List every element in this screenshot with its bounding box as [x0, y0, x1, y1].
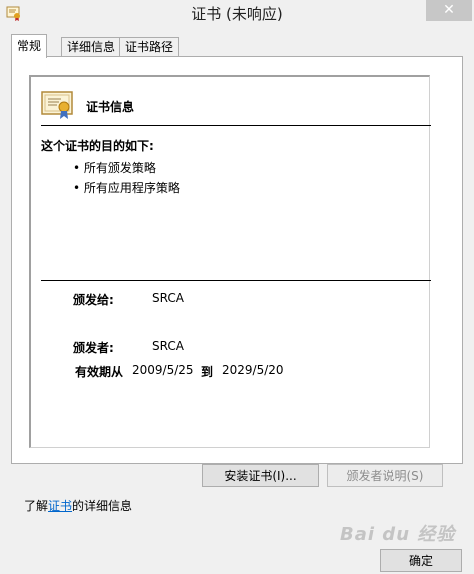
certificate-ribbon-icon [41, 90, 75, 120]
issued-by-label: 颁发者: [73, 341, 114, 355]
install-certificate-button[interactable]: 安装证书(I)... [202, 464, 319, 487]
purpose-title: 这个证书的目的如下: [41, 139, 154, 153]
tab-details[interactable]: 详细信息 [61, 37, 122, 57]
watermark: Bai du 经验 [340, 524, 456, 545]
purpose-item: 所有颁发策略 [73, 159, 156, 176]
tab-cert-path[interactable]: 证书路径 [119, 37, 180, 57]
issuer-statement-button[interactable]: 颁发者说明(S) [327, 464, 443, 487]
tab-general[interactable]: 常规 [11, 34, 48, 58]
divider-bottom [41, 280, 431, 281]
purpose-item: 所有应用程序策略 [73, 179, 180, 196]
validity-label: 有效期从 [75, 365, 124, 379]
issued-by-value: SRCA [152, 339, 184, 353]
tab-panel-general: 证书信息 这个证书的目的如下: 所有颁发策略 所有应用程序策略 颁发给: SRC… [11, 56, 463, 464]
learn-more-text: 了解证书的详细信息 [24, 497, 132, 514]
valid-to-date: 2029/5/20 [222, 363, 284, 377]
learn-more-suffix: 的详细信息 [72, 499, 133, 513]
divider-top [41, 125, 431, 126]
certificate-info-heading: 证书信息 [86, 100, 135, 114]
certificate-help-link[interactable]: 证书 [48, 499, 72, 513]
ok-button[interactable]: 确定 [380, 549, 462, 572]
window-title: 证书 (未响应) [191, 5, 283, 23]
close-button[interactable]: ✕ [426, 0, 472, 21]
title-bar: 证书 (未响应) ✕ [0, 0, 474, 26]
validity-to-label: 到 [201, 365, 214, 379]
valid-from-date: 2009/5/25 [132, 363, 194, 377]
learn-more-prefix: 了解 [24, 499, 49, 513]
issued-to-label: 颁发给: [73, 293, 114, 307]
close-icon: ✕ [443, 2, 455, 18]
issued-to-value: SRCA [152, 291, 184, 305]
certificate-info-box: 证书信息 这个证书的目的如下: 所有颁发策略 所有应用程序策略 颁发给: SRC… [29, 75, 431, 448]
